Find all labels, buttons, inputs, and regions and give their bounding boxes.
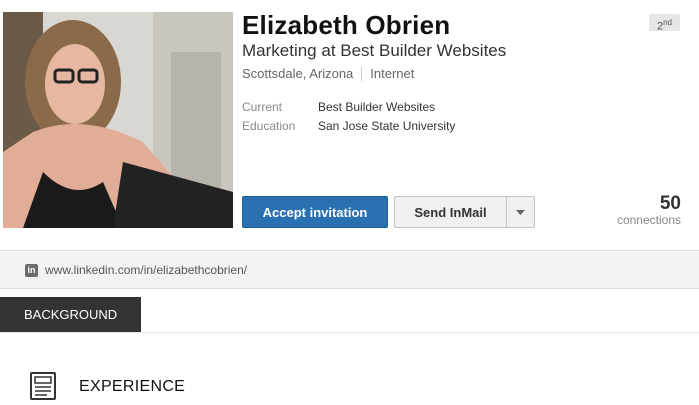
detail-label: Education [242,118,296,133]
send-inmail-button[interactable]: Send InMail [395,197,507,227]
experience-section-title: EXPERIENCE [79,378,186,395]
connections-label: connections [616,213,681,227]
public-profile-url[interactable]: www.linkedin.com/in/elizabethcobrien/ [45,263,247,277]
detail-value[interactable]: San Jose State University [318,119,455,133]
profile-location[interactable]: Scottsdale, Arizona [242,66,353,81]
profile-industry[interactable]: Internet [370,66,414,81]
profile-meta: Scottsdale, Arizona Internet [242,66,414,81]
detail-row-current: Current Best Builder Websites [242,97,455,116]
accept-invitation-button[interactable]: Accept invitation [242,196,388,228]
send-inmail-button-group: Send InMail [394,196,535,228]
degree-suffix: nd [663,18,673,27]
profile-photo[interactable] [3,12,233,228]
meta-divider [361,66,363,81]
profile-headline: Marketing at Best Builder Websites [242,41,507,60]
connections-count: 50 connections [617,194,681,227]
chevron-down-icon [516,209,525,215]
connections-number: 50 [659,193,681,214]
detail-row-education: Education San Jose State University [242,116,455,135]
background-tab[interactable]: BACKGROUND [0,297,141,332]
section-divider [0,332,699,333]
profile-details: Current Best Builder Websites Education … [242,97,455,135]
profile-card: Elizabeth Obrien Marketing at Best Build… [0,0,699,251]
detail-value[interactable]: Best Builder Websites [318,100,435,114]
connection-degree-badge: 2nd [649,14,680,33]
linkedin-icon: in [25,263,38,277]
profile-photo-image [3,12,233,228]
more-actions-dropdown[interactable] [507,197,534,227]
detail-label: Current [242,99,283,114]
profile-name: Elizabeth Obrien [242,10,451,40]
public-profile-url-bar: in www.linkedin.com/in/elizabethcobrien/ [0,252,699,289]
